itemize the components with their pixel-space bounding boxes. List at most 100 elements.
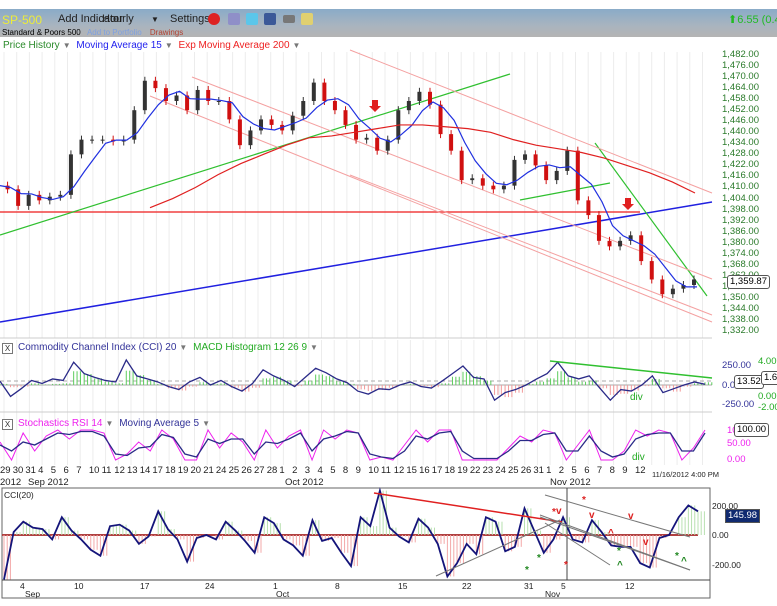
macd-axis-tick: 0.00 [758, 391, 777, 402]
chevron-down-icon[interactable]: ▼ [202, 419, 210, 428]
date-label: 10 [88, 465, 100, 476]
down-arrow-marker [622, 198, 634, 210]
cci-axis-tick: -250.00 [722, 399, 755, 410]
date-label: 22 [469, 465, 481, 476]
date-label: 26 [520, 465, 532, 476]
price-axis-tick: 1,458.00 [722, 93, 759, 105]
chevron-down-icon[interactable]: ▼ [105, 419, 113, 428]
close-stoch-panel-button[interactable]: X [2, 419, 13, 430]
stoch-axis-tick: 0.00 [727, 454, 746, 465]
candle [58, 194, 63, 197]
price-axis-tick: 1,380.00 [722, 236, 759, 248]
candle [660, 279, 665, 295]
sell-marker: v [589, 510, 595, 521]
candle [195, 89, 200, 111]
candle [649, 261, 654, 280]
star-marker: * [537, 553, 541, 564]
cci-last-box: 13.52 [734, 375, 764, 389]
price-axis-tick: 1,410.00 [722, 181, 759, 193]
gray-trendline[interactable] [539, 516, 691, 571]
candle [90, 139, 95, 141]
candle [142, 80, 147, 111]
date-label: 28 [266, 465, 278, 476]
bottom-date-label: 24 [205, 581, 215, 591]
candle [322, 82, 327, 101]
channel-outer-line[interactable] [349, 174, 713, 316]
candle [670, 288, 675, 295]
bottom-axis-tick: 0.00 [712, 530, 729, 540]
date-label: 13 [127, 465, 138, 476]
sell-marker: v [643, 537, 649, 548]
gridlines [3, 52, 703, 465]
macd-axis-tick: 4.00 [758, 356, 777, 367]
green-support-line[interactable] [519, 182, 611, 201]
candle [311, 82, 316, 101]
channel-upper-line[interactable] [349, 49, 713, 194]
price-axis-tick: 1,422.00 [722, 159, 759, 171]
price-axis-tick: 1,416.00 [722, 170, 759, 182]
candle [100, 139, 105, 141]
stoch-last-box: 100.00 [734, 423, 770, 437]
price-axis-tick: 1,398.00 [722, 203, 759, 215]
candle [575, 150, 580, 201]
price-axis-tick: 1,374.00 [722, 247, 759, 259]
candle [216, 101, 221, 102]
price-axis-tick: 1,470.00 [722, 71, 759, 83]
price-axis-tick: 1,452.00 [722, 104, 759, 116]
candle [523, 154, 528, 160]
date-label: 3 [304, 465, 311, 476]
buy-marker: ^ [608, 528, 614, 539]
legend-stoch-ma[interactable]: Moving Average 5 [119, 418, 199, 429]
bottom-month-label: Oct [276, 589, 290, 599]
month-label: 2012 [0, 477, 22, 488]
cci-divergence-line[interactable] [549, 360, 713, 379]
legend-stoch-rsi[interactable]: Stochastics RSI 14 [18, 418, 102, 429]
chevron-down-icon[interactable]: ▼ [310, 343, 318, 352]
date-label: 21 [203, 465, 214, 476]
candle [248, 130, 253, 146]
date-label: 24 [495, 465, 506, 476]
star-marker: * [525, 565, 529, 576]
green-trendline[interactable] [0, 73, 511, 236]
date-label: 1 [279, 465, 285, 476]
star-marker: * [675, 551, 679, 562]
date-label: 18 [444, 465, 456, 476]
chevron-down-icon[interactable]: ▼ [179, 343, 187, 352]
macd-last-box: 1.67 [761, 371, 777, 385]
legend-cci[interactable]: Commodity Channel Index (CCI) 20 [18, 342, 176, 353]
candle [639, 235, 644, 262]
date-label: 2 [292, 465, 298, 476]
bottom-date-label: 17 [140, 581, 150, 591]
candle [607, 240, 612, 247]
sell-marker: v [556, 506, 562, 517]
bottom-cci-last-box: 145.98 [725, 509, 761, 523]
candle [533, 154, 538, 166]
blue-trendline[interactable] [0, 201, 713, 323]
candle [332, 101, 337, 111]
price-axis-tick: 1,482.00 [722, 49, 759, 60]
date-label: 2 [558, 465, 565, 476]
legend-macd[interactable]: MACD Histogram 12 26 9 [193, 342, 307, 353]
candle [501, 185, 506, 190]
candle [237, 119, 242, 146]
candle [459, 150, 464, 181]
date-label: 17 [431, 465, 443, 476]
candle [417, 91, 422, 101]
candle [470, 178, 475, 181]
red-trendline[interactable] [373, 492, 563, 523]
channel-mid-line[interactable] [191, 76, 713, 280]
moving-average-line [0, 90, 697, 288]
candle [79, 139, 84, 155]
close-cci-panel-button[interactable]: X [2, 343, 13, 354]
date-label: 18 [165, 465, 176, 476]
date-label: 24 [215, 465, 227, 476]
date-label: 12 [393, 465, 405, 476]
cci-series [0, 358, 713, 402]
candle [554, 170, 559, 181]
date-label: 16 [419, 465, 430, 476]
last-price-box: 1,359.87 [727, 275, 770, 289]
candle [480, 178, 485, 186]
divergence-label: div [630, 392, 643, 403]
buy-marker: ^ [617, 560, 623, 571]
sell-marker: v [628, 511, 634, 522]
